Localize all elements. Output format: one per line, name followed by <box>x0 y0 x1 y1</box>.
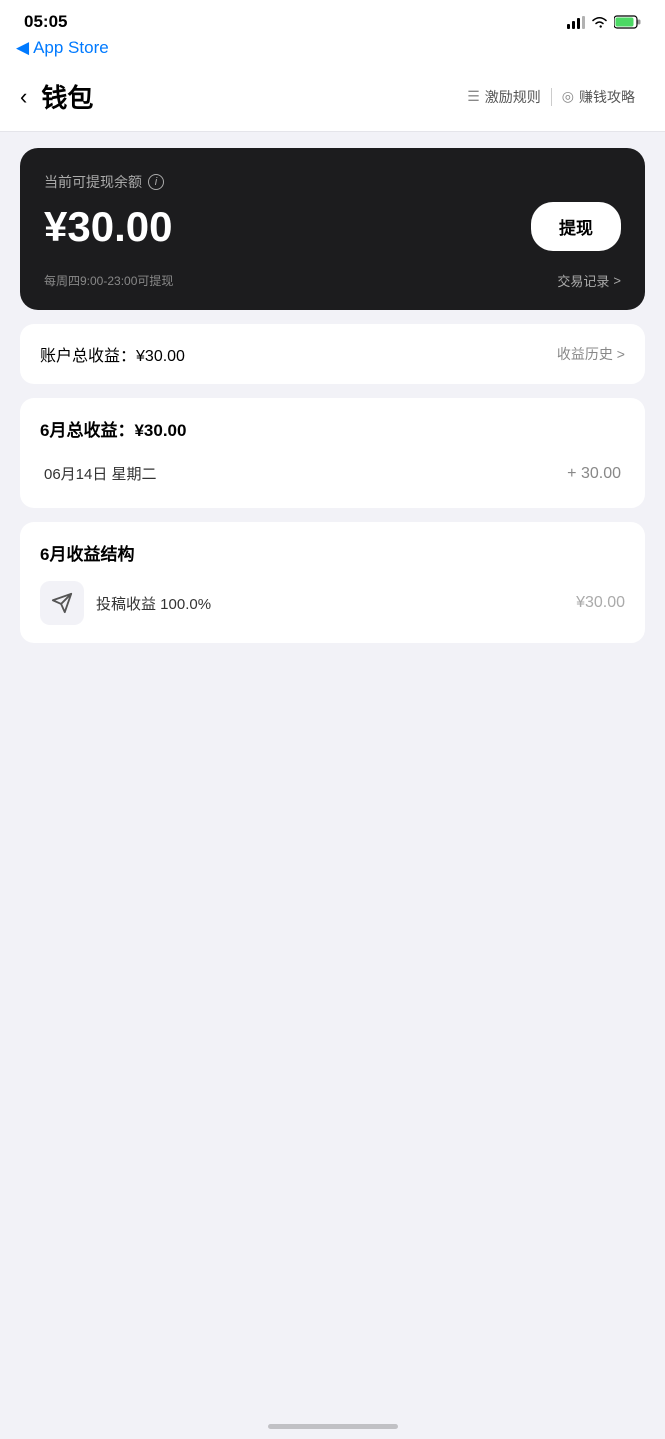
nav-back-button[interactable]: ‹ <box>20 84 27 110</box>
status-icons <box>567 15 641 29</box>
monthly-title: 6月总收益：¥30.00 <box>40 416 625 441</box>
chevron-right-icon: > <box>613 273 621 288</box>
contribution-label: 投稿收益 100.0% <box>96 593 211 614</box>
structure-row-left: 投稿收益 100.0% <box>40 581 211 625</box>
monthly-earnings-card: 6月总收益：¥30.00 06月14日 星期二 + 30.00 <box>20 398 645 508</box>
battery-icon <box>614 15 641 29</box>
monthly-row: 06月14日 星期二 + 30.00 <box>40 457 625 490</box>
wallet-card: 当前可提现余额 i ¥30.00 提现 每周四9:00-23:00可提现 交易记… <box>20 148 645 310</box>
structure-row: 投稿收益 100.0% ¥30.00 <box>40 581 625 625</box>
earn-tips-icon: ◎ <box>562 88 574 105</box>
monthly-row-date: 06月14日 星期二 <box>44 463 157 484</box>
withdraw-schedule-note: 每周四9:00-23:00可提现 <box>44 272 173 289</box>
send-icon <box>51 592 73 614</box>
earn-tips-label: 赚钱攻略 <box>579 87 635 107</box>
wifi-icon <box>591 16 608 29</box>
earn-tips-button[interactable]: ◎ 赚钱攻略 <box>552 83 645 111</box>
account-total-card: 账户总收益：¥30.00 收益历史 > <box>20 324 645 384</box>
incentive-rules-button[interactable]: ☰ 激励规则 <box>457 83 551 111</box>
app-store-bar: ◀ App Store <box>0 36 665 66</box>
app-store-label: App Store <box>33 38 109 58</box>
wallet-footer: 每周四9:00-23:00可提现 交易记录 > <box>44 271 621 290</box>
wallet-card-label: 当前可提现余额 i <box>44 172 621 192</box>
account-total-row: 账户总收益：¥30.00 收益历史 > <box>40 342 625 366</box>
wallet-amount-row: ¥30.00 提现 <box>44 202 621 251</box>
status-bar: 05:05 <box>0 0 665 36</box>
home-indicator <box>268 1424 398 1429</box>
nav-actions: ☰ 激励规则 ◎ 赚钱攻略 <box>457 83 645 111</box>
main-content: 当前可提现余额 i ¥30.00 提现 每周四9:00-23:00可提现 交易记… <box>0 132 665 659</box>
wallet-amount: ¥30.00 <box>44 203 172 251</box>
earning-history-link[interactable]: 收益历史 > <box>557 344 625 364</box>
monthly-row-amount: + 30.00 <box>567 465 621 483</box>
structure-title: 6月收益结构 <box>40 540 625 565</box>
withdraw-button[interactable]: 提现 <box>531 202 621 251</box>
contribution-icon-box <box>40 581 84 625</box>
nav-bar: ‹ 钱包 ☰ 激励规则 ◎ 赚钱攻略 <box>0 66 665 132</box>
signal-icon <box>567 16 585 29</box>
incentive-icon: ☰ <box>467 88 480 105</box>
transaction-history-link[interactable]: 交易记录 > <box>557 271 621 290</box>
info-icon[interactable]: i <box>148 174 164 190</box>
incentive-rules-label: 激励规则 <box>485 87 541 107</box>
contribution-amount: ¥30.00 <box>576 594 625 612</box>
app-store-chevron-icon: ◀ <box>16 38 29 58</box>
account-total-label: 账户总收益：¥30.00 <box>40 342 185 366</box>
status-time: 05:05 <box>24 12 67 32</box>
app-store-back-btn[interactable]: ◀ App Store <box>16 38 649 58</box>
earnings-structure-card: 6月收益结构 投稿收益 100.0% ¥30.00 <box>20 522 645 643</box>
page-title: 钱包 <box>41 78 457 115</box>
